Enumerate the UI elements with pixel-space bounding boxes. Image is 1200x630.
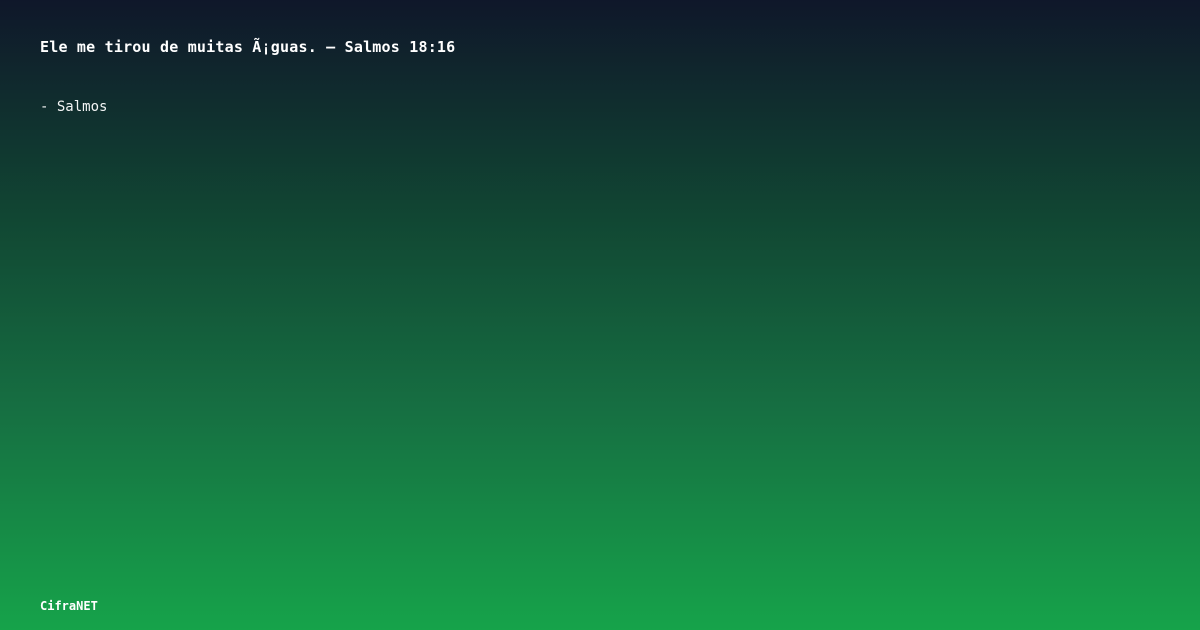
quote-text: Ele me tirou de muitas Ã¡guas. — Salmos …	[40, 38, 456, 56]
brand-name: CifraNET	[40, 599, 98, 613]
quote-attribution: - Salmos	[40, 99, 108, 115]
